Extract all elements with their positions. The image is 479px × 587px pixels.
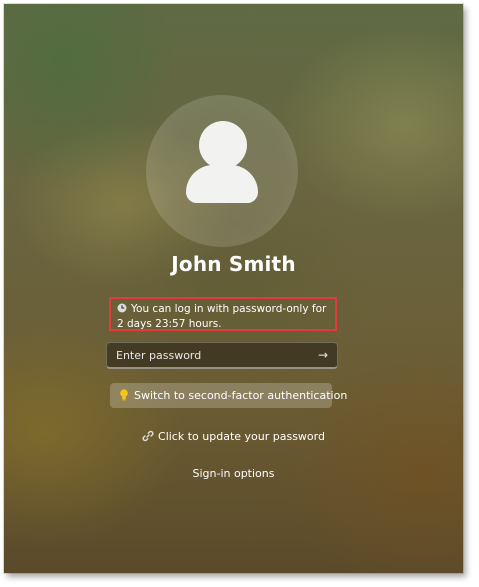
user-name: John Smith [171,252,296,276]
clock-icon [117,303,127,313]
update-password-link[interactable]: Click to update your password [4,430,463,443]
notice-text: You can log in with password-only for 2 … [117,303,327,330]
switch-second-factor-label: Switch to second-factor authentication [134,389,348,402]
arrow-right-icon[interactable]: → [315,347,331,363]
link-icon [142,430,154,442]
password-only-notice: You can log in with password-only for 2 … [109,297,337,331]
avatar-body-shape [186,165,258,203]
lightbulb-icon [120,389,128,401]
password-field[interactable]: → [106,342,338,369]
password-input[interactable] [107,343,307,367]
signin-options-link[interactable]: Sign-in options [4,467,463,480]
switch-second-factor-button[interactable]: Switch to second-factor authentication [110,383,347,408]
user-avatar [146,95,298,247]
avatar-head-shape [199,121,247,169]
update-password-label: Click to update your password [158,430,325,443]
lock-screen: John Smith You can log in with password-… [4,4,463,573]
